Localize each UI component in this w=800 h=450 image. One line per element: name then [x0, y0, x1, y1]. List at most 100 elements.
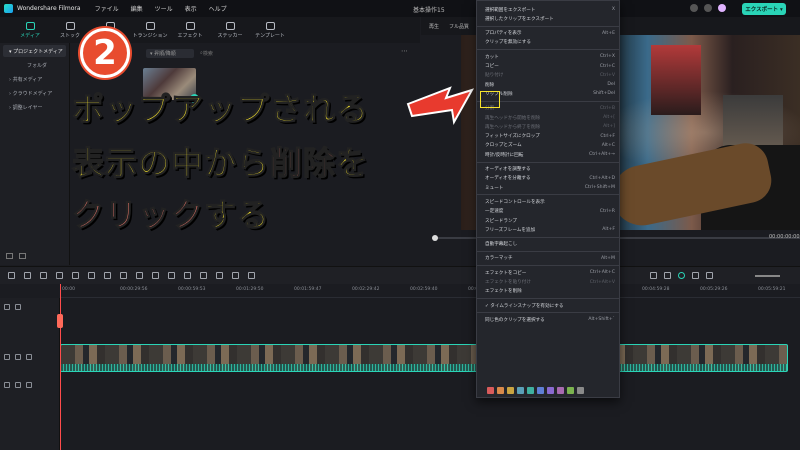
- link-icon[interactable]: [15, 304, 21, 310]
- menu-item[interactable]: オーディオを分離する Ctrl+Alt+D: [485, 174, 615, 183]
- color-swatch[interactable]: [517, 387, 524, 394]
- avatar[interactable]: [718, 4, 726, 12]
- effect-icon[interactable]: [200, 272, 207, 279]
- menu-edit[interactable]: 編集: [131, 4, 143, 13]
- zoom-slider[interactable]: [755, 275, 780, 277]
- menu-item[interactable]: 時計/反時計に回転 Ctrl+Alt+→: [485, 150, 615, 159]
- video-clip[interactable]: [60, 344, 788, 372]
- text-icon[interactable]: [120, 272, 127, 279]
- stabilize-icon[interactable]: [216, 272, 223, 279]
- overlay-text: を: [335, 143, 370, 182]
- add-track-icon[interactable]: [4, 304, 10, 310]
- tab-sticker[interactable]: ステッカー: [210, 17, 250, 43]
- sidebar-item[interactable]: › 調整レイヤー: [3, 101, 66, 113]
- menu-item[interactable]: リップル削除 Shift+Del: [485, 89, 615, 98]
- undo-icon[interactable]: [40, 272, 47, 279]
- tab-template[interactable]: テンプレート: [250, 17, 290, 43]
- menu-item[interactable]: オーディオを調整する: [485, 165, 615, 174]
- color-swatch[interactable]: [527, 387, 534, 394]
- sort-dropdown[interactable]: ▾ 昇順/降順: [146, 48, 194, 58]
- import-icon[interactable]: [19, 253, 26, 259]
- mic-icon[interactable]: [692, 272, 699, 279]
- eye-icon[interactable]: [26, 354, 32, 360]
- tab-playback[interactable]: 再生: [429, 23, 439, 30]
- menu-tools[interactable]: ツール: [155, 4, 173, 13]
- menu-bar: ファイル 編集 ツール 表示 ヘルプ: [95, 4, 227, 13]
- snap-icon[interactable]: [678, 272, 685, 279]
- sidebar-item[interactable]: › 共有メディア: [3, 73, 66, 85]
- menu-item[interactable]: 選択したクリップをエクスポート: [485, 14, 615, 23]
- marker-icon[interactable]: [664, 272, 671, 279]
- crop-icon[interactable]: [104, 272, 111, 279]
- render-icon[interactable]: [650, 272, 657, 279]
- delete-icon[interactable]: [72, 272, 79, 279]
- menu-item[interactable]: カラーマッチ Alt+M: [485, 254, 615, 263]
- media-icon: [25, 21, 35, 30]
- color-swatch[interactable]: [487, 387, 494, 394]
- layout-icon[interactable]: [8, 272, 15, 279]
- menu-view[interactable]: 表示: [185, 4, 197, 13]
- timeline-ruler[interactable]: 00:00 00:00:29:56 00:00:59:53 00:01:29:50 00…: [60, 284, 800, 298]
- scrubber-handle[interactable]: [432, 235, 438, 241]
- lock-icon[interactable]: [15, 382, 21, 388]
- menu-item[interactable]: ✓ タイムラインスナップを有効にする: [485, 301, 615, 310]
- ai-icon[interactable]: [706, 272, 713, 279]
- lock-icon[interactable]: [15, 354, 21, 360]
- ruler-tick-label: 00:00:59:53: [178, 287, 206, 292]
- more-options-icon[interactable]: ⋯: [401, 47, 408, 55]
- menu-item[interactable]: 選択範囲をエクスポート X: [485, 5, 615, 14]
- media-filter-bar: ▾ 昇順/降順 ⌕ 検索: [146, 47, 320, 59]
- tab-full-quality[interactable]: フル品質: [449, 23, 469, 30]
- speaker-icon[interactable]: [26, 382, 32, 388]
- notification-icon[interactable]: [704, 4, 712, 12]
- tab-effects[interactable]: エフェクト: [170, 17, 210, 43]
- menu-item[interactable]: フィットサイズにクロップ Ctrl+F: [485, 132, 615, 141]
- settings-icon[interactable]: [690, 4, 698, 12]
- menu-item[interactable]: エフェクトをコピー Ctrl+Alt+C: [485, 268, 615, 277]
- timer-icon[interactable]: [184, 272, 191, 279]
- color-swatch[interactable]: [557, 387, 564, 394]
- menu-item[interactable]: フリーズフレームを追加 Alt+F: [485, 225, 615, 234]
- menu-file[interactable]: ファイル: [95, 4, 119, 13]
- select-tool-icon[interactable]: [24, 272, 31, 279]
- sidebar-item[interactable]: › クラウドメディア: [3, 87, 66, 99]
- color-swatch[interactable]: [537, 387, 544, 394]
- playhead-handle[interactable]: [57, 314, 63, 328]
- menu-item[interactable]: クリップを無効にする: [485, 38, 615, 47]
- split-icon[interactable]: [88, 272, 95, 279]
- menu-item[interactable]: ミュート Ctrl+Shift+M: [485, 183, 615, 192]
- menu-help[interactable]: ヘルプ: [209, 4, 227, 13]
- color-swatch[interactable]: [547, 387, 554, 394]
- menu-item[interactable]: スピードランプ: [485, 216, 615, 225]
- new-folder-icon[interactable]: [6, 253, 13, 259]
- tab-media[interactable]: メディア: [10, 17, 50, 43]
- menu-item[interactable]: エフェクトを削除: [485, 287, 615, 296]
- menu-item[interactable]: プロパティを表示 Alt+E: [485, 29, 615, 38]
- color-swatch[interactable]: [577, 387, 584, 394]
- playhead[interactable]: [57, 284, 63, 450]
- color-icon[interactable]: [152, 272, 159, 279]
- color-swatch[interactable]: [567, 387, 574, 394]
- sidebar-item[interactable]: フォルダ: [3, 59, 66, 71]
- tab-transition[interactable]: トランジション: [130, 17, 170, 43]
- menu-item[interactable]: 削除 Del: [485, 80, 615, 89]
- color-swatch[interactable]: [497, 387, 504, 394]
- menu-item[interactable]: スピードコントロールを表示: [485, 197, 615, 206]
- tab-label: エフェクト: [177, 32, 203, 39]
- rotate-icon[interactable]: [136, 272, 143, 279]
- chroma-icon[interactable]: [248, 272, 255, 279]
- menu-item[interactable]: 一定速度 Ctrl+R: [485, 207, 615, 216]
- menu-item[interactable]: 同じ色のクリップを選択する Alt+Shift+`: [485, 315, 615, 324]
- color-swatch[interactable]: [507, 387, 514, 394]
- fullscreen-icon[interactable]: [232, 272, 239, 279]
- context-menu: 選択範囲をエクスポート X 選択したクリップをエクスポート プロパティを表示 Alt+E…: [476, 0, 620, 398]
- menu-item[interactable]: 自動字幕起こし: [485, 240, 615, 249]
- menu-item[interactable]: カット Ctrl+X: [485, 52, 615, 61]
- menu-item[interactable]: コピー Ctrl+C: [485, 62, 615, 71]
- menu-item[interactable]: クロップとズーム Alt+C: [485, 141, 615, 150]
- search-input[interactable]: ⌕ 検索: [200, 49, 320, 58]
- speed-icon[interactable]: [168, 272, 175, 279]
- redo-icon[interactable]: [56, 272, 63, 279]
- sidebar-item[interactable]: ▾ プロジェクトメディア: [3, 45, 66, 57]
- export-button[interactable]: エクスポート ▾: [742, 3, 786, 15]
